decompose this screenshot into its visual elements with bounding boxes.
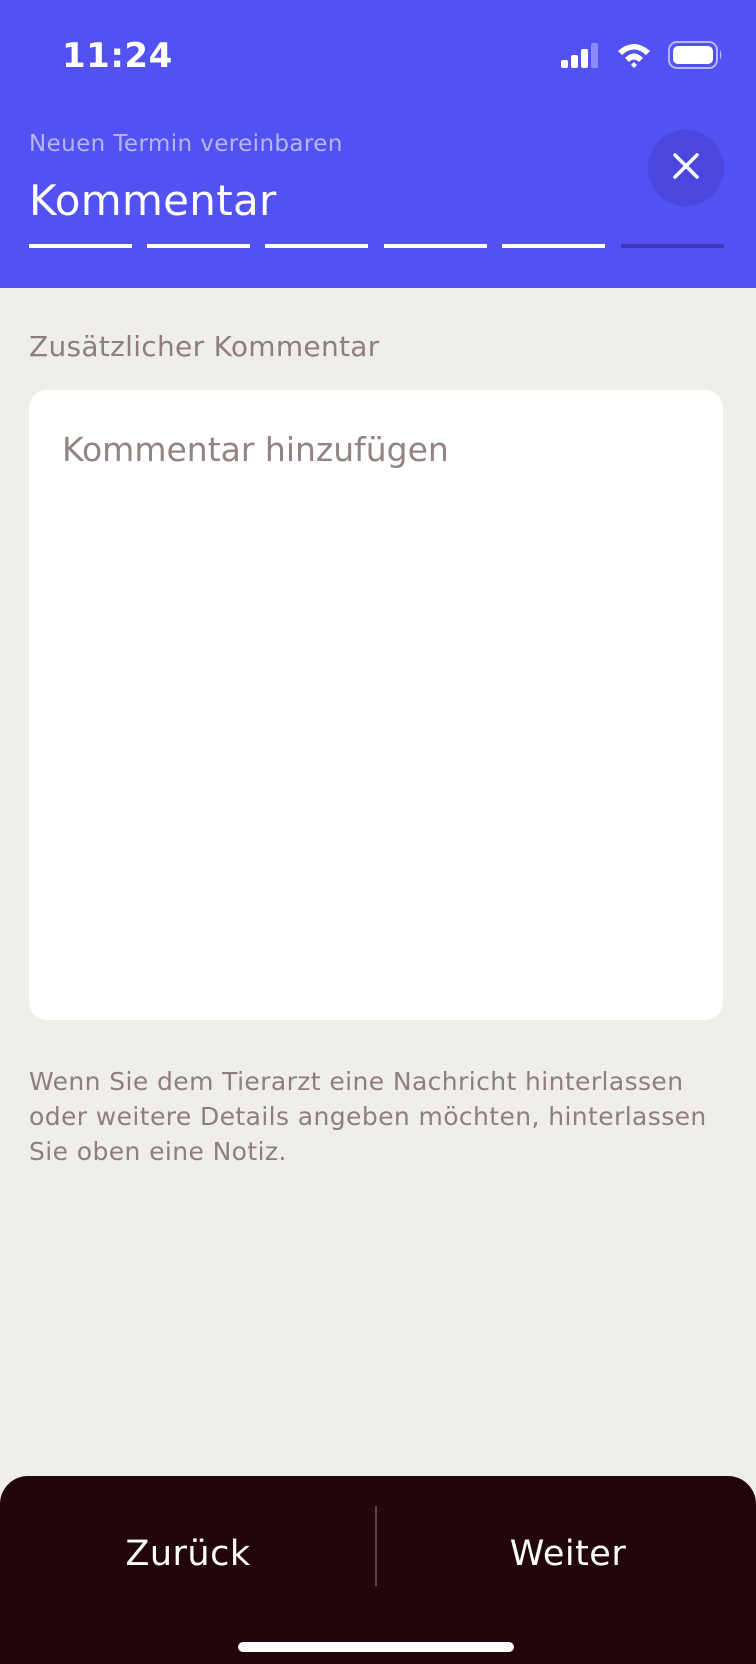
progress-step-4	[384, 244, 487, 248]
header: 11:24 Neuen Termin vereinbaren Kommentar	[0, 0, 756, 288]
wifi-icon	[616, 41, 652, 73]
bottom-bar-divider	[375, 1506, 377, 1586]
signal-icon	[560, 42, 600, 72]
progress-step-2	[147, 244, 250, 248]
battery-icon	[668, 41, 724, 73]
progress-step-6	[621, 244, 724, 248]
status-icons	[560, 41, 724, 73]
home-indicator	[238, 1642, 514, 1652]
help-text: Wenn Sie dem Tierarzt eine Nachricht hin…	[29, 1067, 707, 1166]
bottom-bar: Zurück Weiter	[0, 1476, 756, 1664]
step-progress	[29, 244, 724, 248]
status-time: 11:24	[62, 36, 173, 76]
close-button[interactable]	[648, 130, 724, 206]
close-icon	[672, 152, 700, 184]
page-subtitle: Neuen Termin vereinbaren	[29, 131, 343, 157]
status-bar: 11:24	[0, 0, 756, 110]
progress-step-1	[29, 244, 132, 248]
comment-box	[29, 390, 723, 1020]
progress-step-5	[502, 244, 605, 248]
progress-step-3	[265, 244, 368, 248]
page-title: Kommentar	[29, 176, 277, 225]
comment-input[interactable]	[29, 390, 723, 1020]
comment-section-label: Zusätzlicher Kommentar	[29, 330, 380, 363]
next-button[interactable]: Weiter	[380, 1506, 756, 1602]
back-button[interactable]: Zurück	[0, 1506, 376, 1602]
